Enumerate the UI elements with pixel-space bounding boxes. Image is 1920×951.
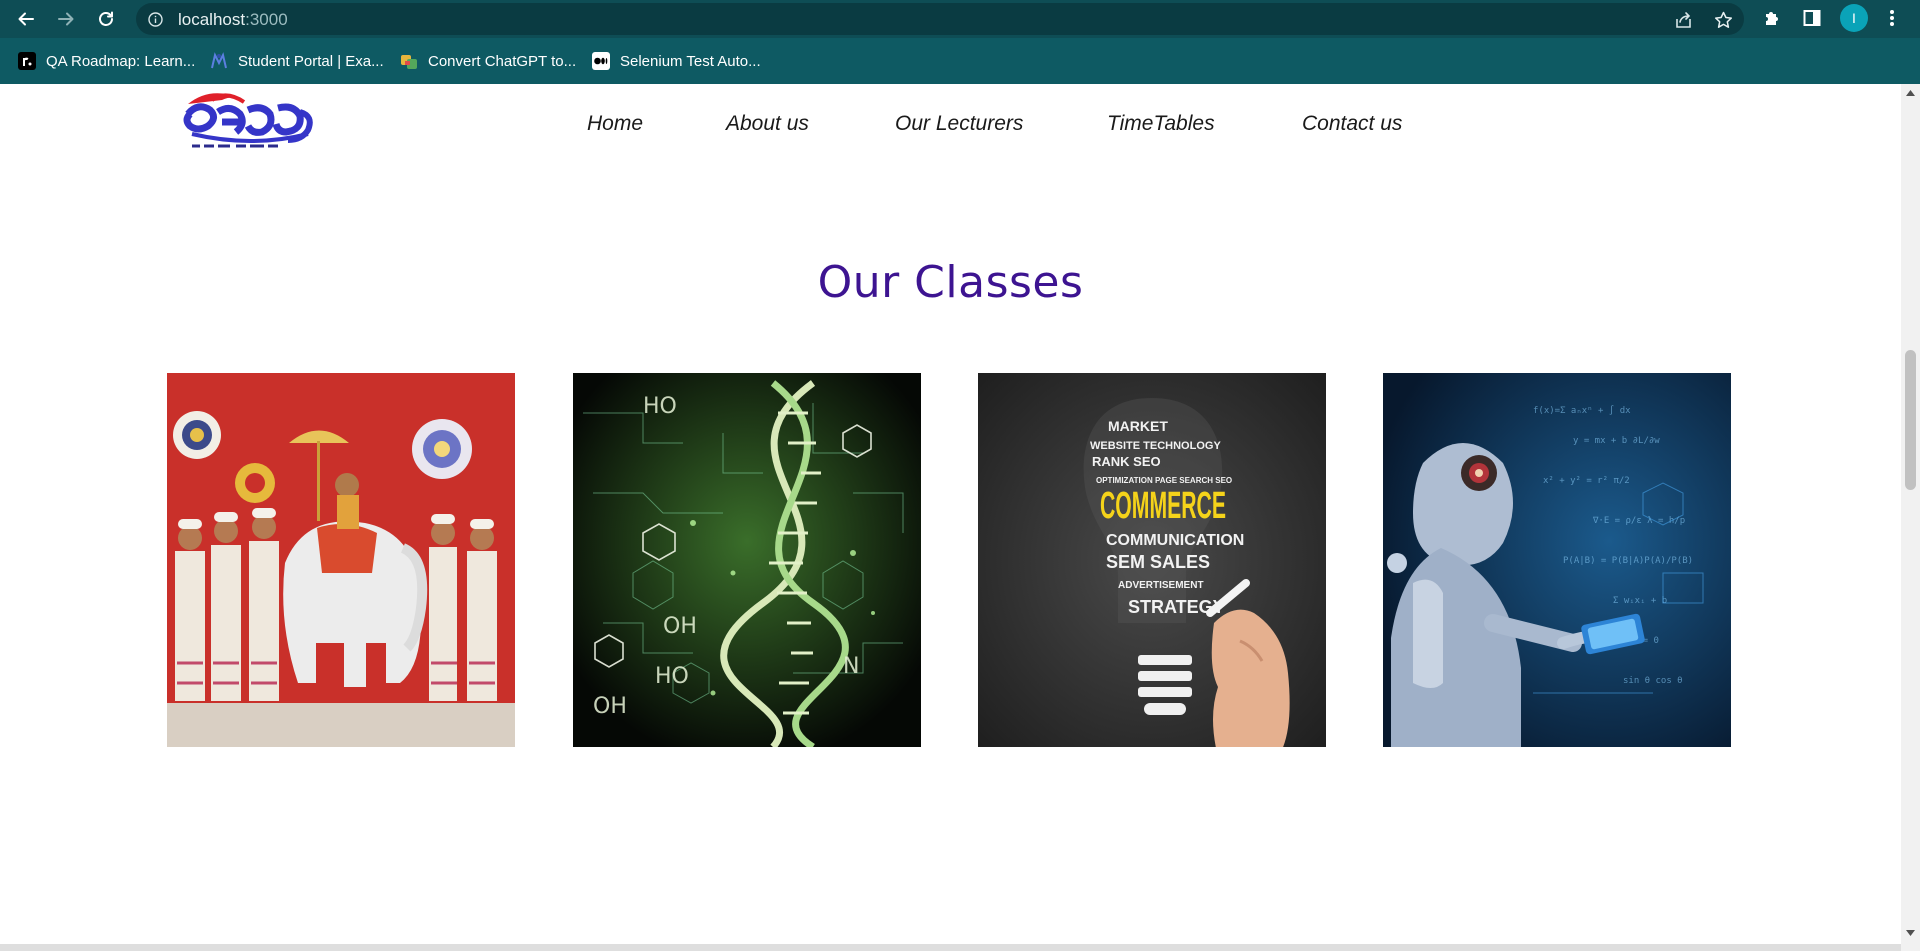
- sinhala-art-image: [167, 373, 515, 747]
- svg-text:WEBSITE TECHNOLOGY: WEBSITE TECHNOLOGY: [1090, 440, 1221, 452]
- roadmap-favicon: [18, 52, 36, 70]
- nav-about-us[interactable]: About us: [726, 112, 809, 136]
- svg-text:Σ wᵢxᵢ + b: Σ wᵢxᵢ + b: [1613, 596, 1667, 606]
- scroll-down-icon[interactable]: [1906, 930, 1915, 936]
- side-panel-icon[interactable]: [1802, 8, 1822, 28]
- class-card-technology[interactable]: f(x)=Σ aₙxⁿ + ∫ dx y = mx + b ∂L/∂w x² +…: [1383, 373, 1731, 747]
- scroll-up-icon[interactable]: [1906, 90, 1915, 96]
- science-dna-image: HO OH OH HO N: [573, 373, 921, 747]
- browser-toolbar: localhost:3000 I: [0, 0, 1920, 38]
- svg-text:OH: OH: [663, 614, 697, 639]
- svg-text:OPTIMIZATION PAGE SEARCH SEO: OPTIMIZATION PAGE SEARCH SEO: [1096, 476, 1232, 485]
- reload-icon: [99, 11, 113, 26]
- bookmark-selenium[interactable]: Selenium Test Auto...: [592, 50, 761, 72]
- url-port: :3000: [245, 10, 288, 29]
- address-bar[interactable]: localhost:3000: [136, 3, 1744, 35]
- class-card-art[interactable]: [167, 373, 515, 747]
- url-text[interactable]: localhost:3000: [178, 10, 288, 30]
- page-scrollbar[interactable]: [1901, 84, 1920, 951]
- scrollbar-thumb[interactable]: [1905, 350, 1916, 490]
- class-card-commerce[interactable]: MARKET WEBSITE TECHNOLOGY RANK SEO OPTIM…: [978, 373, 1326, 747]
- back-arrow-icon: [18, 12, 34, 26]
- flower-left: [173, 411, 221, 459]
- svg-text:P(A|B) = P(B|A)P(A)/P(B): P(A|B) = P(B|A)P(A)/P(B): [1563, 556, 1693, 566]
- svg-text:x² + y² = r² π/2: x² + y² = r² π/2: [1543, 476, 1630, 486]
- forward-button[interactable]: [52, 5, 80, 33]
- class-card-science[interactable]: HO OH OH HO N: [573, 373, 921, 747]
- bookmark-convert-chatgpt[interactable]: Convert ChatGPT to...: [400, 50, 576, 72]
- nav-our-lecturers[interactable]: Our Lecturers: [895, 112, 1023, 136]
- svg-text:RANK SEO: RANK SEO: [1092, 454, 1161, 469]
- reload-button[interactable]: [92, 5, 120, 33]
- section-title: Our Classes: [817, 257, 1084, 308]
- svg-text:OH: OH: [593, 694, 627, 719]
- svg-text:N: N: [843, 654, 859, 679]
- technology-robot-image: f(x)=Σ aₙxⁿ + ∫ dx y = mx + b ∂L/∂w x² +…: [1383, 373, 1731, 747]
- nav-contact-us[interactable]: Contact us: [1302, 112, 1402, 136]
- commerce-word: COMMERCE: [1100, 485, 1226, 527]
- svg-text:MARKET: MARKET: [1108, 418, 1168, 434]
- site-info-icon[interactable]: [148, 12, 163, 27]
- profile-avatar[interactable]: I: [1840, 4, 1868, 32]
- nav-timetables[interactable]: TimeTables: [1107, 112, 1215, 136]
- bookmark-label: Selenium Test Auto...: [620, 52, 761, 70]
- url-host: localhost: [178, 10, 246, 29]
- svg-text:SEM SALES: SEM SALES: [1106, 552, 1210, 572]
- bookmarks-bar: QA Roadmap: Learn... Student Portal | Ex…: [0, 38, 1920, 84]
- forward-arrow-icon: [58, 12, 74, 26]
- svg-text:ADVERTISEMENT: ADVERTISEMENT: [1118, 580, 1204, 591]
- bookmark-qa-roadmap[interactable]: QA Roadmap: Learn...: [18, 50, 195, 72]
- horizontal-scrollbar[interactable]: [0, 944, 1901, 951]
- svg-text:HO: HO: [655, 664, 689, 689]
- svg-text:HO: HO: [643, 394, 677, 419]
- nav-home[interactable]: Home: [587, 112, 643, 136]
- back-button[interactable]: [12, 5, 40, 33]
- bookmark-label: QA Roadmap: Learn...: [46, 52, 196, 70]
- bookmark-student-portal[interactable]: Student Portal | Exa...: [210, 50, 384, 72]
- student-portal-favicon: [210, 52, 228, 70]
- bookmark-star-icon[interactable]: [1714, 11, 1733, 29]
- commerce-image: MARKET WEBSITE TECHNOLOGY RANK SEO OPTIM…: [978, 373, 1326, 747]
- sinhala-logo-icon: [183, 93, 313, 148]
- medium-favicon: [592, 52, 610, 70]
- svg-text:sin θ cos θ: sin θ cos θ: [1623, 676, 1683, 686]
- site-header: Home About us Our Lecturers TimeTables C…: [0, 84, 1901, 164]
- share-icon[interactable]: [1674, 11, 1694, 29]
- institute-logo[interactable]: [182, 88, 328, 160]
- bookmark-label: Convert ChatGPT to...: [428, 52, 577, 70]
- bookmark-label: Student Portal | Exa...: [238, 52, 384, 70]
- svg-text:y = mx + b ∂L/∂w: y = mx + b ∂L/∂w: [1573, 436, 1660, 446]
- page-viewport: Home About us Our Lecturers TimeTables C…: [0, 84, 1901, 951]
- extensions-puzzle-icon[interactable]: [1762, 8, 1782, 28]
- svg-text:f(x)=Σ aₙxⁿ + ∫ dx: f(x)=Σ aₙxⁿ + ∫ dx: [1533, 405, 1631, 416]
- svg-text:COMMUNICATION: COMMUNICATION: [1106, 532, 1244, 549]
- convert-favicon: [400, 52, 418, 70]
- menu-kebab-icon[interactable]: [1885, 8, 1899, 28]
